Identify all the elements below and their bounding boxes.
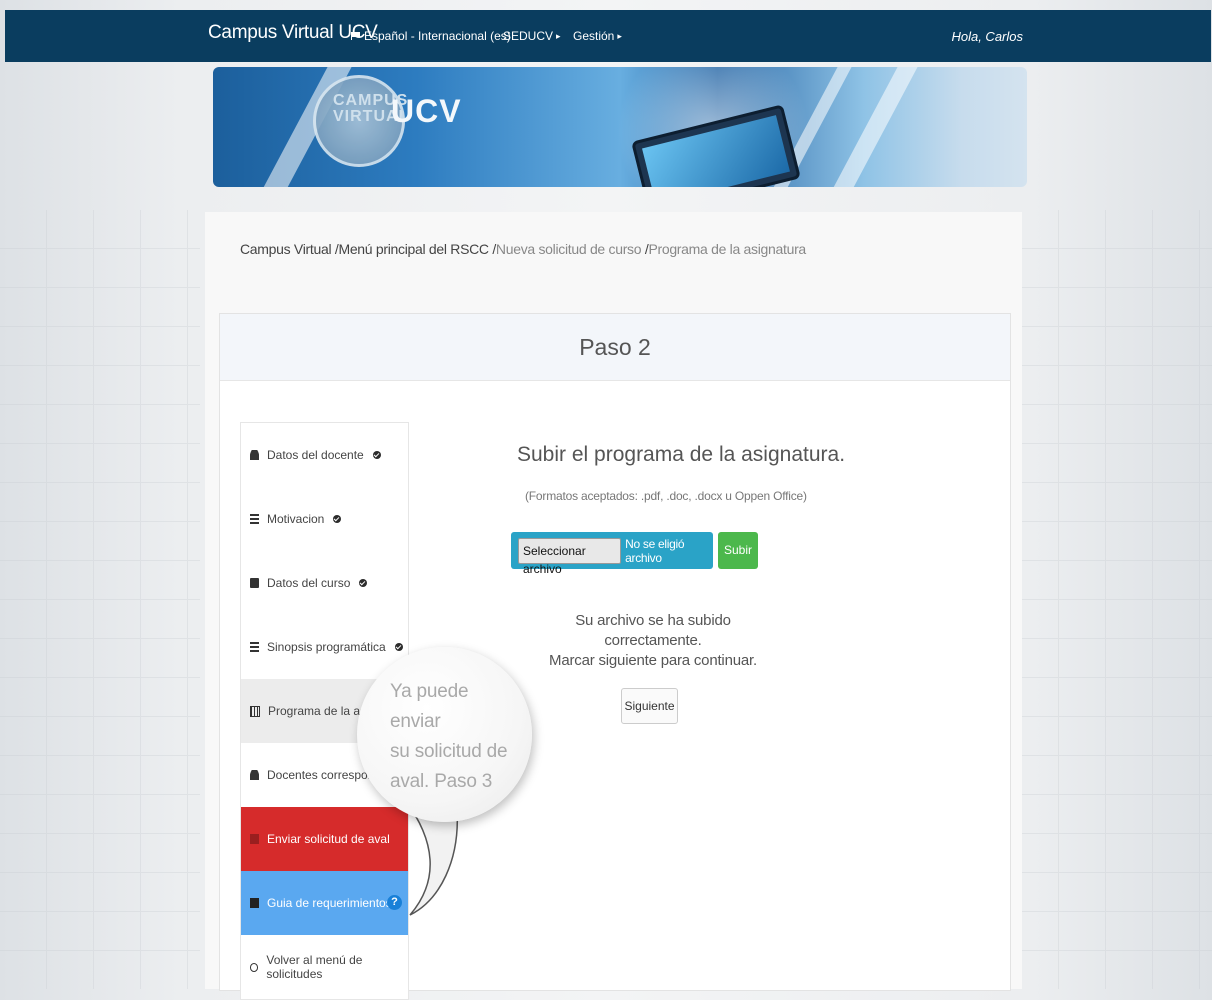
sidebar-item-volver[interactable]: Volver al menú de solicitudes: [241, 935, 408, 999]
campus-logo: CAMPUS VIRTUAL UCV: [333, 93, 461, 128]
list-icon: [250, 642, 259, 652]
logo-ucv: UCV: [391, 93, 462, 129]
sidebar-item-label: Enviar solicitud de aval: [267, 832, 390, 846]
envelope-icon: [250, 834, 259, 844]
sidebar-item-guia[interactable]: Guia de requerimientos ?: [241, 871, 408, 935]
success-message: Su archivo se ha subido correctamente. M…: [528, 611, 778, 671]
file-icon: [250, 898, 259, 908]
check-circle-icon: [394, 643, 403, 651]
language-label: Español - Internacional (es): [364, 29, 511, 43]
sidebar-item-label: Datos del curso: [267, 576, 351, 590]
check-circle-icon: [333, 515, 342, 523]
accepted-formats: (Formatos aceptados: .pdf, .doc, .docx u…: [525, 489, 807, 503]
gestion-label: Gestión: [573, 29, 615, 43]
success-line1: Su archivo se ha subido correctamente.: [575, 612, 731, 649]
breadcrumb-menu[interactable]: Menú principal del RSCC: [338, 241, 489, 257]
gestion-menu[interactable]: Gestión ▸: [573, 29, 622, 43]
caret-right-icon: ▸: [556, 30, 561, 41]
tooltip-text: Ya puede enviar su solicitud de aval. Pa…: [390, 677, 520, 797]
sidebar-item-datos-docente[interactable]: Datos del docente: [241, 423, 408, 487]
choose-file-button[interactable]: Seleccionar archivo: [518, 537, 622, 576]
sidebar-item-label: Volver al menú de solicitudes: [266, 953, 363, 981]
sidebar-item-datos-curso[interactable]: Datos del curso: [241, 551, 408, 615]
success-line2: Marcar siguiente para continuar.: [549, 652, 757, 669]
breadcrumb-new-request[interactable]: Nueva solicitud de curso: [496, 241, 642, 257]
background-texture-right: [1012, 210, 1212, 989]
upload-title: Subir el programa de la asignatura.: [517, 443, 846, 466]
user-greeting[interactable]: Hola, Carlos: [951, 29, 1023, 44]
tooltip-line2: su solicitud de: [390, 741, 508, 762]
sidebar-item-label: Datos del docente: [267, 448, 364, 462]
seducv-menu[interactable]: SEDUCV ▸: [503, 29, 561, 43]
breadcrumb-current: Programa de la asignatura: [648, 241, 806, 257]
sidebar-item-motivacion[interactable]: Motivacion: [241, 487, 408, 551]
user-icon: [250, 770, 259, 780]
file-input[interactable]: Seleccionar archivo No se eligió archivo: [511, 532, 713, 576]
tooltip-line3: aval. Paso 3: [390, 771, 493, 792]
header-banner: CAMPUS VIRTUAL UCV: [213, 67, 1027, 187]
upload-button[interactable]: Subir: [718, 532, 758, 569]
sidebar-item-label: Guia de requerimientos: [267, 896, 392, 910]
check-circle-icon: [359, 579, 368, 587]
sidebar-item-enviar-aval[interactable]: Enviar solicitud de aval: [241, 807, 408, 871]
sidebar-item-sinopsis[interactable]: Sinopsis programática: [241, 615, 408, 679]
book-icon: [250, 578, 259, 588]
seducv-label: SEDUCV: [503, 29, 554, 43]
no-file-text: No se eligió archivo: [625, 536, 685, 565]
sidebar-item-label: Sinopsis programática: [267, 640, 386, 654]
tooltip-line1: Ya puede enviar: [390, 681, 469, 732]
list-icon: [250, 514, 259, 524]
breadcrumb: Campus Virtual /Menú principal del RSCC …: [240, 241, 806, 257]
user-icon: [250, 450, 259, 460]
back-icon: [250, 962, 259, 972]
top-navbar: Campus Virtual UCV Español - Internacion…: [5, 10, 1211, 62]
table-icon: [250, 705, 260, 717]
flag-icon: [351, 32, 361, 40]
language-menu[interactable]: Español - Internacional (es): [351, 29, 511, 43]
caret-right-icon: ▸: [617, 30, 622, 41]
sidebar-item-label: Motivacion: [267, 512, 325, 526]
check-circle-icon: [372, 451, 381, 459]
next-button[interactable]: Siguiente: [621, 688, 678, 724]
breadcrumb-campus[interactable]: Campus Virtual: [240, 241, 332, 257]
step-title: Paso 2: [220, 314, 1010, 381]
background-texture-left: [0, 210, 200, 989]
